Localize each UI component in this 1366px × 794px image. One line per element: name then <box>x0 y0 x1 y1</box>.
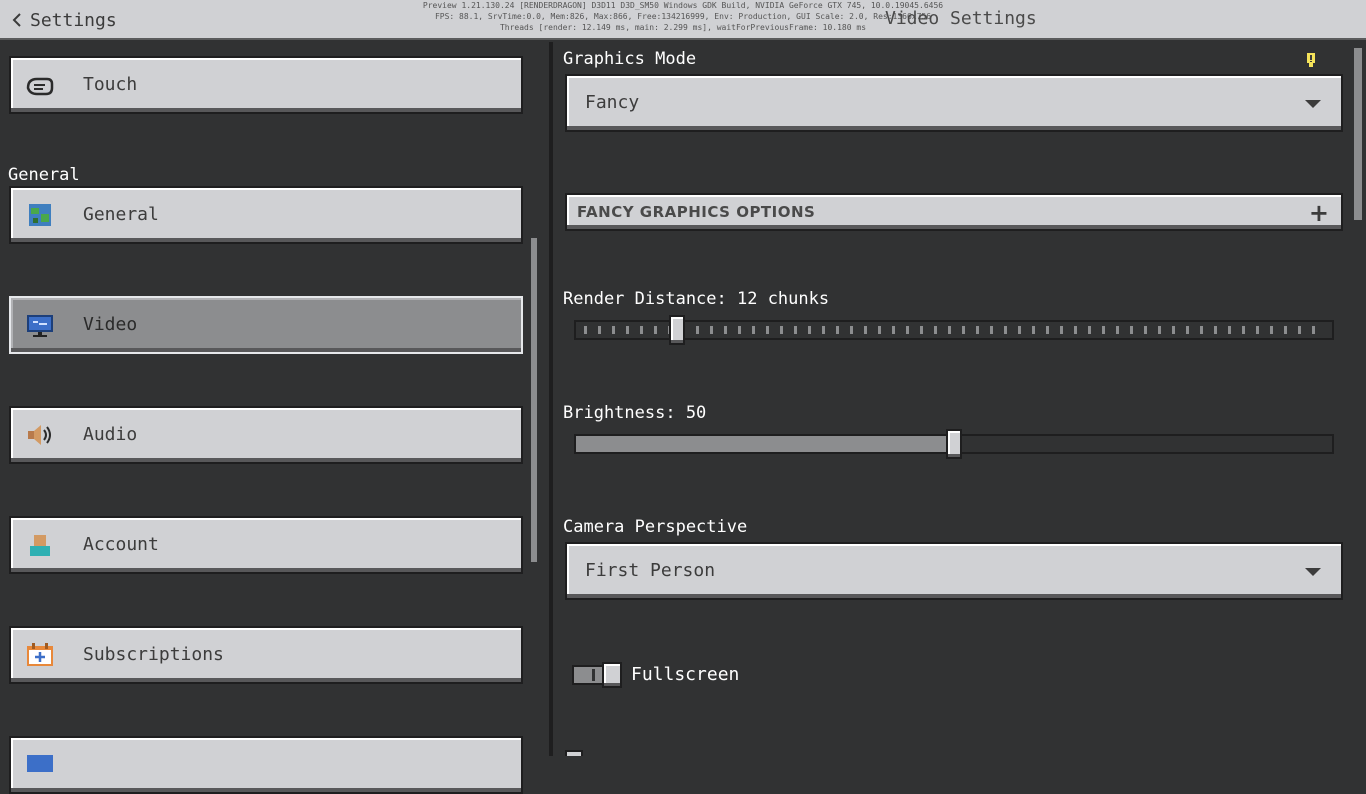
settings-scrollbar[interactable] <box>1354 48 1362 220</box>
render-distance-label: Render Distance: 12 chunks <box>563 289 830 309</box>
brightness-fill <box>576 436 954 452</box>
sidebar-item-label: Touch <box>83 74 138 95</box>
debug-line-1: Preview 1.21.130.24 [RENDERDRAGON] D3D11… <box>422 1 944 10</box>
speaker-icon <box>28 425 51 445</box>
monitor-icon <box>27 315 53 337</box>
camera-perspective-label: Camera Perspective <box>563 517 748 537</box>
next-toggle-partial[interactable] <box>565 750 615 756</box>
fullscreen-toggle[interactable] <box>572 662 622 688</box>
sidebar-item-subscriptions[interactable]: Subscriptions <box>9 626 523 684</box>
sidebar-item-label: General <box>83 204 159 225</box>
chevron-left-icon <box>12 13 21 27</box>
brightness-thumb[interactable] <box>946 429 962 459</box>
sidebar: Touch General General Video Audio Accoun… <box>0 42 545 794</box>
sidebar-item-label: Video <box>83 314 138 335</box>
sidebar-item-touch[interactable]: Touch <box>9 56 523 114</box>
subscriptions-icon <box>27 643 53 666</box>
info-icon[interactable] <box>1304 52 1318 68</box>
sidebar-item-label: Account <box>83 534 159 555</box>
graphics-mode-label: Graphics Mode <box>563 49 697 69</box>
sidebar-item-label: Audio <box>83 424 138 445</box>
fullscreen-label: Fullscreen <box>631 664 740 685</box>
toggle-on-indicator <box>592 669 595 681</box>
back-label: Settings <box>30 9 117 31</box>
chevron-down-icon <box>1305 568 1321 576</box>
sidebar-item-video[interactable]: Video <box>9 296 523 354</box>
monitor-icon <box>27 755 53 772</box>
fancy-graphics-options-toggle[interactable]: FANCY GRAPHICS OPTIONS + <box>565 193 1343 231</box>
render-distance-thumb[interactable] <box>669 315 685 345</box>
debug-overlay: Preview 1.21.130.24 [RENDERDRAGON] D3D11… <box>0 0 1366 33</box>
debug-line-2: FPS: 88.1, SrvTime:0.0, Mem:826, Max:866… <box>434 12 932 21</box>
sidebar-scrollbar[interactable] <box>531 238 537 562</box>
chevron-down-icon <box>1305 100 1321 108</box>
render-distance-slider[interactable] <box>574 320 1334 340</box>
back-button[interactable]: Settings <box>12 8 117 32</box>
sidebar-item-audio[interactable]: Audio <box>9 406 523 464</box>
fancy-graphics-options-label: FANCY GRAPHICS OPTIONS <box>577 203 816 221</box>
globe-icon <box>29 204 51 226</box>
section-heading-general: General <box>8 165 80 185</box>
toggle-knob <box>565 750 583 756</box>
video-settings-panel: Graphics Mode Fancy FANCY GRAPHICS OPTIO… <box>553 42 1366 756</box>
title-bar: Preview 1.21.130.24 [RENDERDRAGON] D3D11… <box>0 0 1366 40</box>
account-icon <box>30 535 50 556</box>
toggle-knob <box>602 662 622 688</box>
sidebar-item-general[interactable]: General <box>9 186 523 244</box>
debug-line-3: Threads [render: 12.149 ms, main: 2.299 … <box>499 23 867 32</box>
graphics-mode-value: Fancy <box>585 92 640 113</box>
graphics-mode-dropdown[interactable]: Fancy <box>565 74 1343 132</box>
sidebar-item-label: Subscriptions <box>83 644 224 665</box>
page-title: Video Settings <box>885 8 1037 29</box>
sidebar-item-account[interactable]: Account <box>9 516 523 574</box>
brightness-label: Brightness: 50 <box>563 403 707 423</box>
render-distance-ticks <box>584 326 1324 334</box>
touch-icon <box>26 77 54 96</box>
camera-perspective-dropdown[interactable]: First Person <box>565 542 1343 600</box>
plus-icon: + <box>1308 199 1329 227</box>
sidebar-item-partial[interactable] <box>9 736 523 794</box>
camera-perspective-value: First Person <box>585 560 716 581</box>
